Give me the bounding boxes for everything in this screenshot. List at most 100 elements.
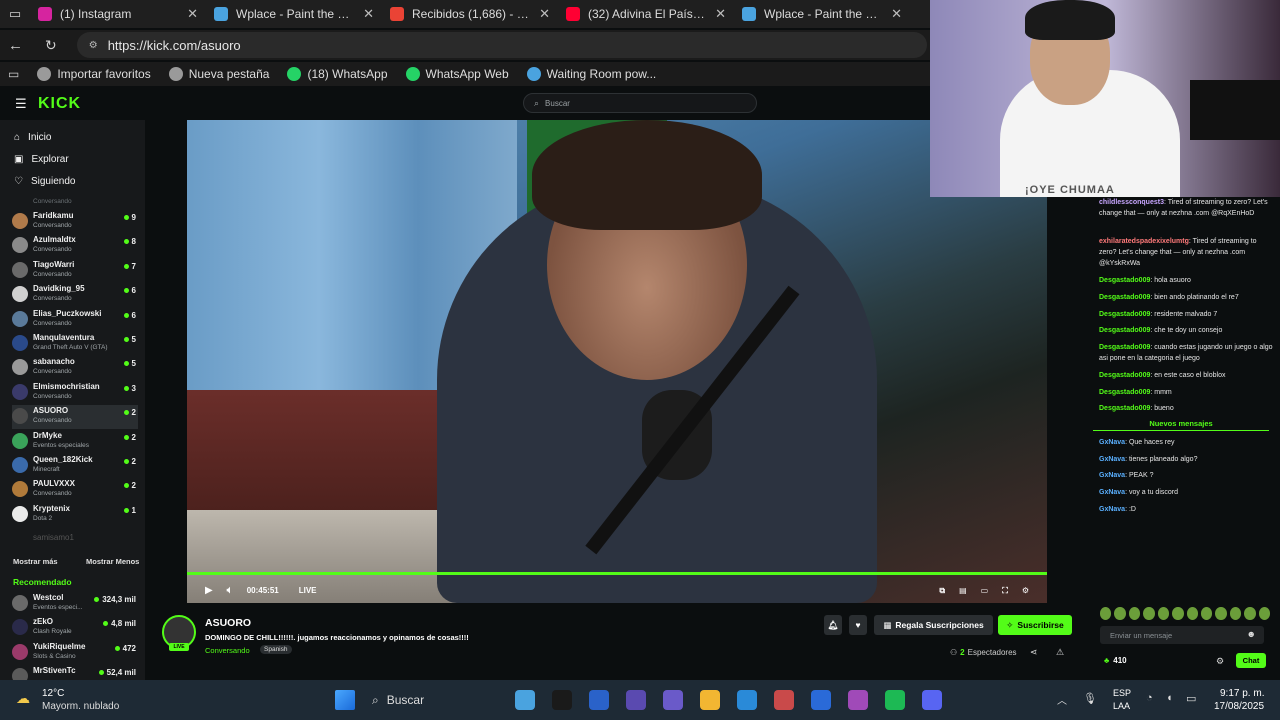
- emote-icon[interactable]: [1215, 607, 1227, 620]
- followed-channel[interactable]: sabanacho Conversando 5: [12, 356, 138, 380]
- followed-channel[interactable]: PAULVXXX Conversando 2: [12, 478, 138, 502]
- recommended-channel[interactable]: YukiRiquelme Slots & Casino 472: [12, 641, 138, 665]
- followed-channel[interactable]: Faridkamu Conversando 9: [12, 210, 138, 234]
- sidebar-toggle-icon[interactable]: ▭: [8, 67, 19, 81]
- follow-heart-button[interactable]: ♥: [849, 615, 867, 635]
- tab-close-icon[interactable]: ✕: [891, 6, 902, 22]
- browser-tab[interactable]: Recibidos (1,686) - julznavarr ✕: [382, 0, 558, 28]
- video-player[interactable]: ▶ 🔈︎ 00:45:51 LIVE ⧉ ▤ ▭ ⛶ ⚙: [187, 120, 1047, 603]
- taskbar-app-icon[interactable]: [922, 690, 942, 710]
- search-input[interactable]: ⌕ Buscar: [523, 93, 757, 113]
- chat-username[interactable]: GxNava: [1099, 472, 1125, 479]
- tab-close-icon[interactable]: ✕: [539, 6, 550, 22]
- chat-username[interactable]: Desgastado009: [1099, 294, 1150, 301]
- bookmark-item[interactable]: Nueva pestaña: [168, 67, 269, 81]
- chat-username[interactable]: Desgastado009: [1099, 277, 1150, 284]
- kick-logo[interactable]: KICK: [38, 95, 81, 113]
- tab-close-icon[interactable]: ✕: [363, 6, 374, 22]
- subscribe-button[interactable]: ✧ Suscribirse: [998, 615, 1072, 635]
- emote-icon[interactable]: [1100, 607, 1112, 620]
- theater-icon[interactable]: ▭: [981, 586, 989, 596]
- taskbar-app-icon[interactable]: [700, 690, 720, 710]
- site-info-icon[interactable]: ⚙: [89, 40, 98, 51]
- chat-send-button[interactable]: Chat: [1236, 653, 1266, 668]
- chat-username[interactable]: GxNava: [1099, 489, 1125, 496]
- weather-icon[interactable]: ☁: [16, 690, 30, 707]
- followed-channel[interactable]: Manqulaventura Grand Theft Auto V (GTA) 5: [12, 332, 138, 356]
- settings-gear-icon[interactable]: ⚙: [1022, 586, 1029, 596]
- clip-icon[interactable]: ▤: [959, 586, 967, 596]
- chat-input[interactable]: Enviar un mensaje ☻: [1100, 626, 1264, 644]
- bookmark-item[interactable]: Importar favoritos: [37, 67, 151, 81]
- browser-tab[interactable]: (1) Instagram ✕: [30, 0, 206, 28]
- url-field[interactable]: ⚙ https://kick.com/asuoro: [76, 32, 927, 58]
- taskbar-app-icon[interactable]: [848, 690, 868, 710]
- emote-icon[interactable]: [1200, 607, 1213, 620]
- windows-start-icon[interactable]: [335, 690, 355, 710]
- chat-username[interactable]: GxNava: [1099, 506, 1125, 513]
- tab-close-icon[interactable]: ✕: [187, 6, 198, 22]
- notifications-button[interactable]: 🔔︎: [824, 615, 842, 635]
- emote-icon[interactable]: [1186, 607, 1198, 620]
- taskbar-app-icon[interactable]: [589, 690, 609, 710]
- fullscreen-icon[interactable]: ⛶: [1002, 586, 1008, 596]
- taskbar-app-icon[interactable]: [737, 690, 757, 710]
- browser-tab[interactable]: Wplace - Paint the world ✕: [734, 0, 910, 28]
- followed-channel[interactable]: Azulmaldtx Conversando 8: [12, 234, 138, 258]
- emote-icon[interactable]: [1172, 607, 1184, 620]
- browser-tab[interactable]: Wplace - Paint the world ✕: [206, 0, 382, 28]
- taskbar-app-icon[interactable]: [885, 690, 905, 710]
- share-icon[interactable]: ⋖: [1030, 647, 1038, 658]
- emote-bar[interactable]: [1100, 607, 1271, 621]
- tray-chevron-icon[interactable]: ︿: [1057, 692, 1067, 707]
- followed-channel[interactable]: Davidking_95 Conversando 6: [12, 283, 138, 307]
- chat-username[interactable]: Desgastado009: [1099, 311, 1150, 318]
- emoji-icon[interactable]: ☻: [1247, 629, 1256, 639]
- video-progress-bar[interactable]: [187, 572, 1047, 575]
- play-icon[interactable]: ▶: [205, 585, 213, 596]
- taskbar-app-icon[interactable]: [774, 690, 794, 710]
- chat-username[interactable]: Desgastado009: [1099, 344, 1150, 351]
- taskbar-app-icon[interactable]: [552, 690, 572, 710]
- gift-subs-button[interactable]: ▦ Regala Suscripciones: [874, 615, 993, 635]
- followed-channel[interactable]: DrMyke Eventos especiales 2: [12, 430, 138, 454]
- clock-date[interactable]: 17/08/2025: [1214, 701, 1264, 712]
- tab-close-icon[interactable]: ✕: [715, 6, 726, 22]
- taskbar-app-icon[interactable]: [811, 690, 831, 710]
- stream-category[interactable]: Conversando: [205, 646, 250, 655]
- show-more-link[interactable]: Mostrar más: [13, 557, 58, 566]
- emote-icon[interactable]: [1157, 607, 1170, 620]
- microphone-icon[interactable]: 🎙︎: [1083, 692, 1097, 705]
- channel-points[interactable]: ♣ 410: [1104, 656, 1127, 665]
- bookmark-item[interactable]: Waiting Room pow...: [526, 67, 656, 81]
- back-icon[interactable]: ←: [8, 37, 23, 54]
- wifi-icon[interactable]: ◔: [1146, 692, 1153, 704]
- nav-siguiendo[interactable]: ♡ Siguiendo: [14, 176, 75, 187]
- clock-time[interactable]: 9:17 p. m.: [1220, 688, 1264, 699]
- channel-name[interactable]: ASUORO: [205, 617, 251, 629]
- chat-username[interactable]: childlessconquest3: [1099, 199, 1164, 206]
- report-icon[interactable]: ⚠: [1056, 647, 1064, 658]
- chat-username[interactable]: GxNava: [1099, 456, 1125, 463]
- emote-icon[interactable]: [1229, 607, 1242, 620]
- recommended-channel[interactable]: Westcol Eventos especi... 324,3 mil: [12, 592, 138, 616]
- pip-icon[interactable]: ⧉: [939, 586, 945, 596]
- bookmark-item[interactable]: WhatsApp Web: [405, 67, 509, 81]
- language-indicator[interactable]: ESP: [1113, 688, 1131, 698]
- language-tag[interactable]: Spanish: [260, 645, 292, 654]
- followed-channel[interactable]: Queen_182Kick Minecraft 2: [12, 454, 138, 478]
- nav-explorar[interactable]: ▣ Explorar: [14, 154, 69, 165]
- recommended-channel[interactable]: zEkO Clash Royale 4,8 mil: [12, 616, 138, 640]
- chat-username[interactable]: Desgastado009: [1099, 389, 1150, 396]
- emote-icon[interactable]: [1244, 607, 1256, 620]
- chat-username[interactable]: Desgastado009: [1099, 327, 1150, 334]
- taskbar-app-icon[interactable]: [663, 690, 683, 710]
- show-less-link[interactable]: Mostrar Menos: [86, 557, 139, 566]
- taskbar-app-icon[interactable]: [626, 690, 646, 710]
- hamburger-menu-icon[interactable]: ☰: [15, 96, 27, 112]
- chat-username[interactable]: Desgastado009: [1099, 405, 1150, 412]
- battery-icon[interactable]: ▭: [1186, 692, 1196, 705]
- followed-channel[interactable]: Elias_Puczkowski Conversando 6: [12, 308, 138, 332]
- chat-username[interactable]: GxNava: [1099, 439, 1125, 446]
- chat-settings-icon[interactable]: ⚙: [1216, 656, 1224, 667]
